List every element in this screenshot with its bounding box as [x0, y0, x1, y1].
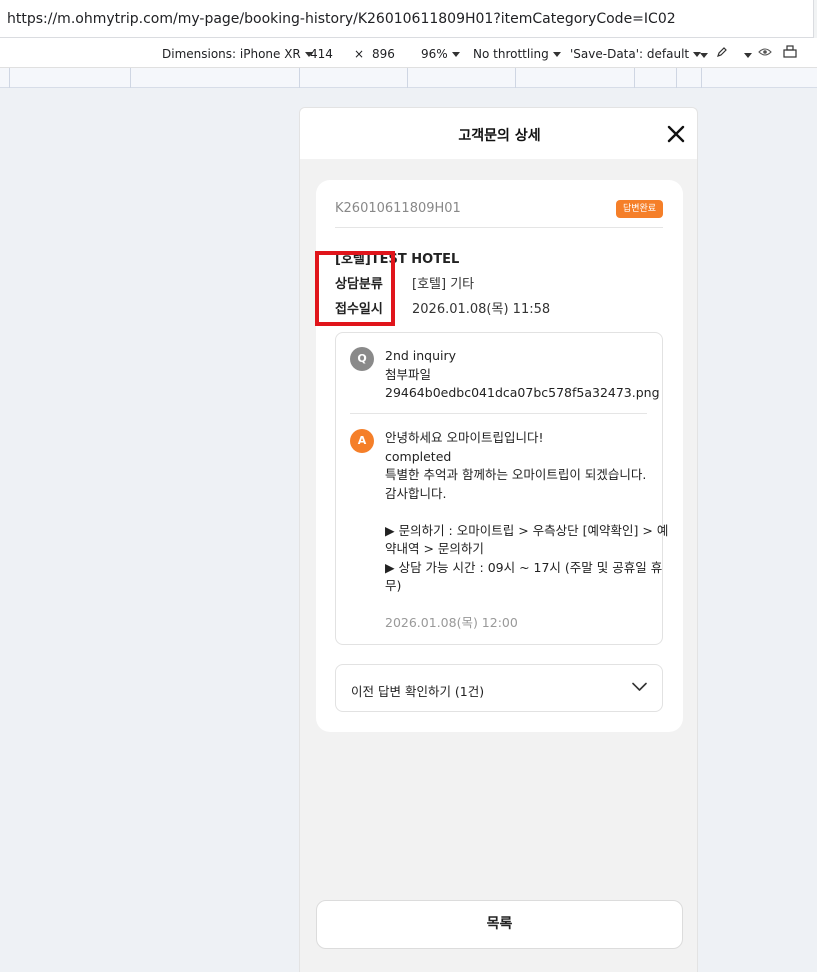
answer-date: 2026.01.08(목) 12:00	[385, 615, 518, 630]
ruler-segment[interactable]	[634, 68, 635, 88]
qa-divider	[350, 413, 647, 414]
answer-line: 감사합니다.	[385, 485, 447, 501]
rotate-icon[interactable]	[782, 45, 798, 62]
ruler-segment[interactable]	[701, 68, 702, 88]
previous-answers-toggle[interactable]: 이전 답변 확인하기 (1건)	[335, 664, 663, 712]
throttling-label: No throttling	[473, 47, 549, 61]
ruler-segment[interactable]	[9, 68, 10, 88]
question-marker-icon: Q	[350, 347, 374, 371]
save-data-select[interactable]: 'Save-Data': default	[570, 47, 702, 61]
attachment-link[interactable]: 29464b0edbc041dca07bc578f5a32473.png	[385, 384, 660, 403]
dimensions-label: Dimensions: iPhone XR	[162, 47, 301, 61]
previous-answers-label: 이전 답변 확인하기 (1건)	[351, 684, 485, 699]
zoom-select[interactable]: 96%	[421, 47, 460, 61]
answer-line	[385, 503, 668, 522]
highlight-annotation	[315, 251, 395, 326]
qa-thread: Q 2nd inquiry 첨부파일 29464b0edbc041dca07bc…	[335, 332, 668, 645]
pen-icon[interactable]	[716, 46, 728, 61]
answer-line: 약내역 > 문의하기	[385, 541, 484, 556]
chevron-down-icon	[451, 52, 460, 57]
ruler-segment[interactable]	[130, 68, 131, 88]
ruler-segment[interactable]	[299, 68, 300, 88]
eye-icon[interactable]	[758, 46, 772, 61]
question-line: 2nd inquiry	[385, 348, 457, 363]
address-bar[interactable]: https://m.ohmytrip.com/my-page/booking-h…	[0, 0, 817, 38]
chevron-down-icon	[552, 52, 561, 57]
answer-marker-icon: A	[350, 429, 374, 453]
media-query-bar[interactable]	[0, 68, 817, 88]
more-caret-icon[interactable]	[744, 48, 752, 62]
dropdown-icon[interactable]	[700, 48, 708, 62]
booking-number: K26010611809H01	[335, 201, 461, 216]
answer-text: 안녕하세요 오마이트립입니다! completed 특별한 추억과 함께하는 오…	[385, 429, 668, 596]
zoom-label: 96%	[421, 47, 448, 61]
answer-line: 무)	[385, 578, 402, 593]
dimensions-select[interactable]: Dimensions: iPhone XR	[162, 47, 313, 61]
throttling-select[interactable]: No throttling	[473, 47, 561, 61]
window-edge	[813, 0, 817, 38]
divider	[335, 227, 663, 228]
close-button[interactable]	[666, 124, 686, 144]
modal-title: 고객문의 상세	[458, 128, 541, 144]
answer-line: 특별한 추억과 함께하는 오마이트립이 되겠습니다.	[385, 467, 647, 482]
close-icon	[667, 125, 685, 143]
width-input[interactable]: 414	[310, 47, 333, 61]
category-value: [호텔] 기타	[412, 277, 475, 292]
ruler-segment[interactable]	[515, 68, 516, 88]
ruler-segment[interactable]	[407, 68, 408, 88]
list-button[interactable]: 목록	[316, 900, 683, 949]
ruler-segment[interactable]	[676, 68, 677, 88]
status-badge: 답변완료	[616, 200, 663, 218]
answer-line: 안녕하세요 오마이트립입니다!	[385, 430, 544, 445]
question-line: 첨부파일	[385, 366, 432, 382]
save-data-label: 'Save-Data': default	[570, 47, 690, 61]
device-toolbar: Dimensions: iPhone XR 414 × 896 96% No t…	[0, 38, 817, 68]
answer-line: ▶ 상담 가능 시간 : 09시 ~ 17시 (주말 및 공휴일 휴	[385, 559, 663, 575]
mobile-viewport: 고객문의 상세 K26010611809H01 답변완료 [호텔]TEST HO…	[299, 107, 698, 972]
url-text[interactable]: https://m.ohmytrip.com/my-page/booking-h…	[7, 11, 676, 27]
modal-header: 고객문의 상세	[300, 108, 697, 159]
times-separator: ×	[354, 47, 365, 61]
answer-line: completed	[385, 448, 452, 464]
answer-line: ▶ 문의하기 : 오마이트립 > 우측상단 [예약확인] > 예	[385, 522, 669, 538]
chevron-down-icon	[632, 682, 647, 691]
date-value: 2026.01.08(목) 11:58	[412, 302, 551, 317]
question-text: 2nd inquiry 첨부파일 29464b0edbc041dca07bc57…	[385, 347, 660, 403]
height-input[interactable]: 896	[372, 47, 395, 61]
